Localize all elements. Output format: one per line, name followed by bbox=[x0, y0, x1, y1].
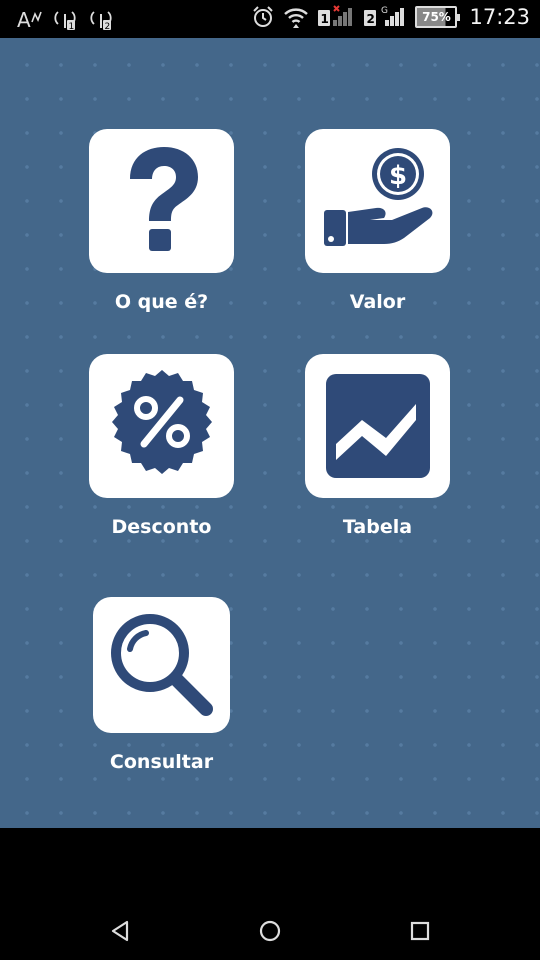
money-hand-icon: $ bbox=[323, 148, 432, 246]
wifi-icon bbox=[283, 5, 309, 29]
signal-sim2-icon: 2 bbox=[88, 6, 114, 32]
menu-tile-box[interactable]: $ bbox=[305, 129, 450, 273]
menu-item-label: O que é? bbox=[114, 291, 209, 313]
svg-text:G: G bbox=[381, 6, 388, 16]
signal-sim1-icon: 1 bbox=[52, 6, 78, 32]
home-icon[interactable] bbox=[255, 916, 285, 946]
menu-item-desconto[interactable]: Desconto bbox=[89, 354, 234, 538]
alarm-icon bbox=[251, 5, 275, 29]
font-icon: A bbox=[16, 6, 42, 32]
svg-text:1: 1 bbox=[321, 12, 329, 26]
svg-text:2: 2 bbox=[367, 12, 375, 26]
menu-tile-box[interactable] bbox=[305, 354, 450, 498]
menu-item-o-que-e[interactable]: O que é? bbox=[89, 129, 234, 313]
app-main: O que é? $ Valor Desconto Tabela Consult… bbox=[0, 38, 540, 828]
back-icon[interactable] bbox=[105, 916, 135, 946]
status-bar: A 1 2 1 2 G 75% 17:23 bbox=[0, 0, 540, 38]
battery-icon: 75% bbox=[415, 6, 461, 28]
question-icon bbox=[129, 147, 198, 251]
chart-icon bbox=[325, 374, 430, 478]
menu-tile-box[interactable] bbox=[89, 129, 234, 273]
menu-item-label: Desconto bbox=[111, 516, 212, 538]
menu-item-consultar[interactable]: Consultar bbox=[93, 597, 230, 773]
clock: 17:23 bbox=[469, 5, 530, 29]
svg-text:2: 2 bbox=[105, 22, 111, 32]
recents-icon[interactable] bbox=[405, 916, 435, 946]
menu-item-label: Valor bbox=[349, 291, 406, 313]
menu-tile-box[interactable] bbox=[89, 354, 234, 498]
menu-item-valor[interactable]: $ Valor bbox=[305, 129, 450, 313]
svg-text:A: A bbox=[17, 8, 31, 32]
sim2-signal-icon: 2 G bbox=[363, 4, 407, 30]
battery-percent: 75% bbox=[422, 10, 451, 24]
svg-text:1: 1 bbox=[69, 22, 75, 32]
sim1-signal-icon: 1 bbox=[317, 4, 355, 30]
status-bar-right: 1 2 G 75% 17:23 bbox=[251, 4, 530, 30]
menu-item-label: Consultar bbox=[109, 751, 214, 773]
svg-text:$: $ bbox=[388, 161, 406, 191]
menu-item-tabela[interactable]: Tabela bbox=[305, 354, 450, 538]
navigation-bar bbox=[0, 828, 540, 960]
menu-item-label: Tabela bbox=[342, 516, 413, 538]
search-icon bbox=[110, 614, 213, 716]
percent-badge-icon bbox=[111, 370, 212, 474]
menu-tile-box[interactable] bbox=[93, 597, 230, 733]
status-bar-left: A 1 2 bbox=[16, 6, 114, 32]
